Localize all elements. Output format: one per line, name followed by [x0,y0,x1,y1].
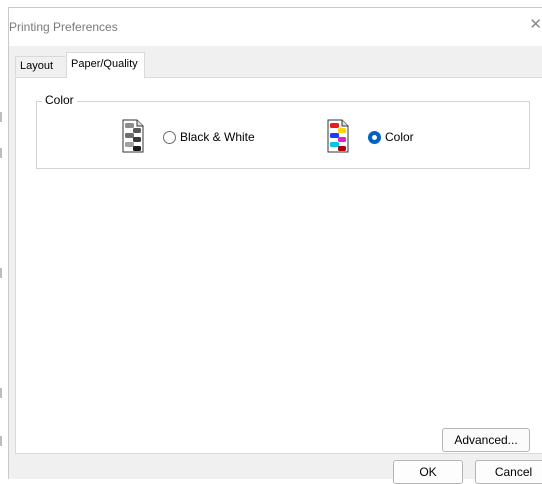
radio-color[interactable] [368,131,381,144]
edge-mark [0,436,2,446]
option-color-label: Color [385,130,414,144]
tab-layout[interactable]: Layout [15,56,65,76]
edge-mark [0,148,2,158]
edge-mark [0,268,2,278]
color-group: Color Black & White Color [36,93,530,169]
window-title: Printing Preferences [9,20,118,34]
close-icon[interactable]: ✕ [526,14,542,36]
color-group-legend: Color [42,93,77,107]
tab-paper-quality[interactable]: Paper/Quality [66,52,145,78]
edge-mark [0,112,2,122]
color-document-icon [327,119,349,153]
grayscale-document-icon [122,119,144,153]
tab-panel-paper-quality: Color Black & White Color Advanced... [15,77,542,454]
edge-mark [0,388,2,398]
cancel-button[interactable]: Cancel [475,460,542,484]
option-black-white-label: Black & White [180,130,255,144]
tab-strip: Layout Paper/Quality [15,52,542,78]
printing-preferences-dialog: Printing Preferences ✕ Layout Paper/Qual… [8,7,542,484]
title-bar: Printing Preferences ✕ [9,8,542,46]
screen: Printing Preferences ✕ Layout Paper/Qual… [0,0,542,484]
radio-black-white[interactable] [163,131,176,144]
advanced-button[interactable]: Advanced... [442,428,530,452]
ok-button[interactable]: OK [393,460,463,484]
